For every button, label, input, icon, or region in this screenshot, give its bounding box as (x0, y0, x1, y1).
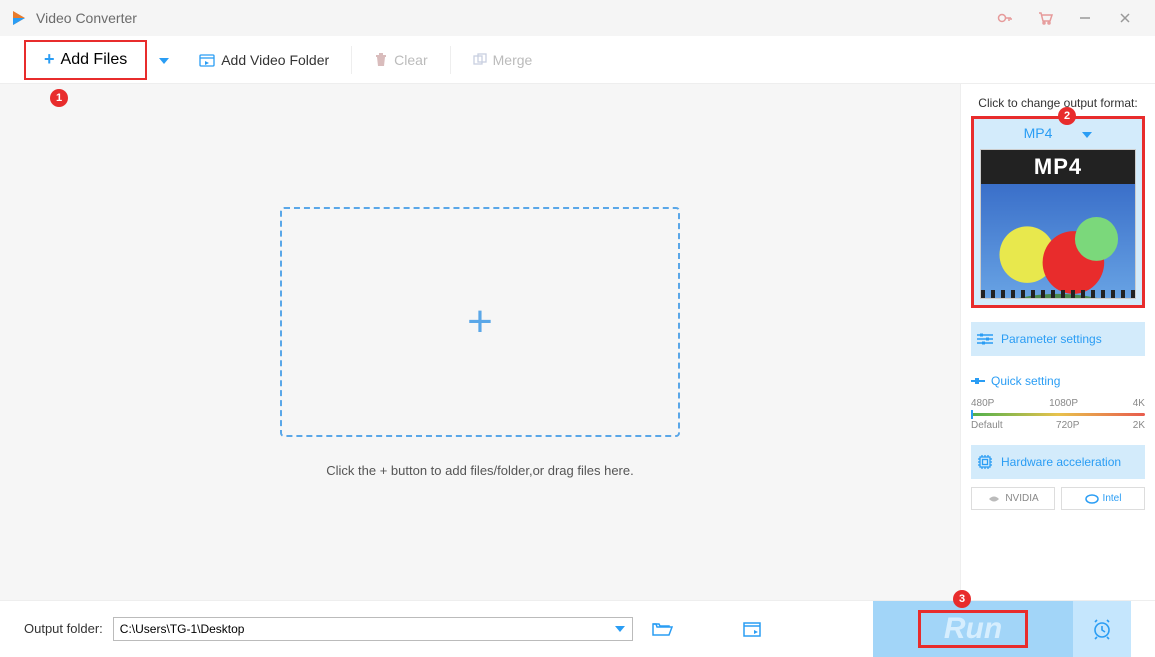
folder-video-icon (199, 52, 215, 68)
parameter-settings-label: Parameter settings (1001, 332, 1102, 346)
add-folder-label: Add Video Folder (221, 52, 329, 68)
output-folder-field-wrap (113, 617, 633, 641)
browse-folder-button[interactable] (651, 620, 673, 638)
scale-label: 2K (1133, 420, 1145, 431)
dropzone[interactable]: + (280, 207, 680, 437)
folder-open-icon (651, 620, 673, 638)
unlock-icon[interactable] (985, 0, 1025, 36)
annotation-badge-1: 1 (50, 89, 68, 107)
quick-setting-label: Quick setting (991, 374, 1060, 388)
scale-label: Default (971, 420, 1003, 431)
annotation-badge-2: 2 (1058, 107, 1076, 125)
toolbar-separator (450, 46, 451, 74)
format-thumbnail: MP4 (980, 149, 1136, 299)
cart-icon[interactable] (1025, 0, 1065, 36)
parameter-settings-button[interactable]: Parameter settings (971, 322, 1145, 356)
clear-label: Clear (394, 52, 427, 68)
app-logo (10, 9, 28, 27)
toolbar: + Add Files 1 Add Video Folder Clear Mer… (0, 36, 1155, 84)
sliders-icon (977, 332, 993, 346)
dropzone-hint: Click the + button to add files/folder,o… (326, 463, 633, 478)
output-folder-label: Output folder: (24, 621, 103, 636)
schedule-button[interactable] (1073, 601, 1131, 657)
dropzone-area: + Click the + button to add files/folder… (0, 84, 960, 600)
add-files-label: Add Files (61, 51, 128, 69)
chip-icon (977, 454, 993, 470)
gpu-row: NVIDIA Intel (971, 487, 1145, 510)
intel-label: Intel (1103, 493, 1122, 504)
output-folder-input[interactable] (114, 622, 608, 636)
app-title: Video Converter (36, 10, 137, 26)
trash-icon (374, 53, 388, 67)
main-area: + Click the + button to add files/folder… (0, 84, 1155, 600)
add-files-dropdown[interactable] (159, 51, 169, 69)
output-format-box: MP4 MP4 (971, 116, 1145, 308)
scale-label: 480P (971, 398, 994, 409)
scale-label: 4K (1133, 398, 1145, 409)
minimize-button[interactable] (1065, 0, 1105, 36)
merge-icon (473, 53, 487, 67)
merge-label: Merge (493, 52, 533, 68)
annotation-box (918, 610, 1028, 648)
alarm-clock-icon (1091, 618, 1113, 640)
titlebar: Video Converter (0, 0, 1155, 36)
folder-list-icon (743, 620, 763, 638)
run-button[interactable]: Run (873, 601, 1073, 657)
output-list-button[interactable] (743, 620, 763, 638)
dropzone-plus-icon: + (467, 297, 493, 347)
chevron-down-icon (1082, 125, 1092, 141)
scale-label: 720P (1056, 420, 1079, 431)
hardware-accel-label: Hardware acceleration (1001, 455, 1121, 469)
clear-button[interactable]: Clear (356, 36, 445, 83)
slider-icon (971, 376, 985, 386)
output-format-label: Click to change output format: (971, 96, 1145, 110)
quick-setting-header: Quick setting (971, 374, 1145, 388)
quality-slider[interactable]: 480P 1080P 4K Default 720P 2K (971, 398, 1145, 431)
hardware-acceleration-button[interactable]: Hardware acceleration (971, 445, 1145, 479)
intel-chip[interactable]: Intel (1061, 487, 1145, 510)
format-selector[interactable]: MP4 (980, 125, 1136, 141)
plus-icon: + (44, 49, 55, 70)
intel-icon (1085, 494, 1099, 504)
nvidia-chip[interactable]: NVIDIA (971, 487, 1055, 510)
merge-button[interactable]: Merge (455, 36, 551, 83)
annotation-badge-3: 3 (953, 590, 971, 608)
toolbar-separator (351, 46, 352, 74)
nvidia-label: NVIDIA (1005, 493, 1038, 504)
scale-label: 1080P (1049, 398, 1078, 409)
nvidia-icon (987, 494, 1001, 504)
bottombar: Output folder: 3 Run (0, 600, 1155, 656)
add-files-button[interactable]: + Add Files (24, 40, 147, 80)
output-folder-dropdown[interactable] (608, 618, 632, 640)
quick-setting: Quick setting 480P 1080P 4K Default 720P… (971, 374, 1145, 431)
right-panel: Click to change output format: 2 MP4 MP4 (960, 84, 1155, 600)
close-button[interactable] (1105, 0, 1145, 36)
format-thumb-label: MP4 (981, 150, 1135, 184)
add-video-folder-button[interactable]: Add Video Folder (181, 36, 347, 83)
format-name: MP4 (1024, 125, 1053, 141)
